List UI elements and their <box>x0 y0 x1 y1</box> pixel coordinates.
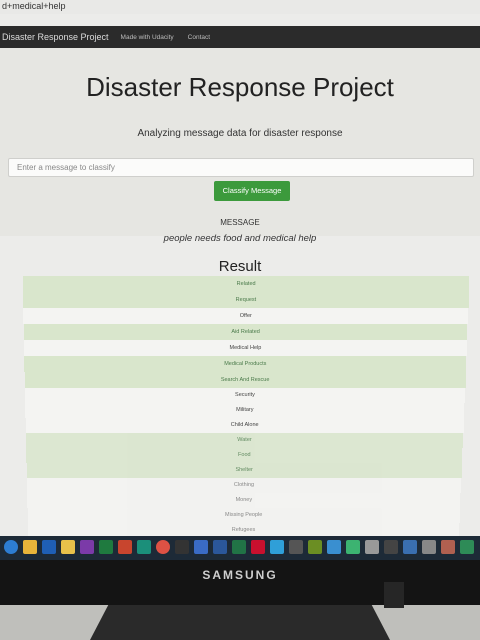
category-row: Search And Rescue <box>24 372 466 388</box>
category-row: Aid Related <box>23 324 468 340</box>
nav-link-udacity[interactable]: Made with Udacity <box>121 34 174 41</box>
file-explorer-icon[interactable] <box>23 540 37 554</box>
task-icon[interactable] <box>194 540 208 554</box>
edge-icon[interactable] <box>4 540 18 554</box>
navbar: Disaster Response Project Made with Udac… <box>0 26 480 48</box>
onenote-icon[interactable] <box>80 540 94 554</box>
app-icon-6[interactable] <box>403 540 417 554</box>
classify-message-button[interactable]: Classify Message <box>214 181 290 201</box>
message-input[interactable]: Enter a message to classify <box>8 158 474 177</box>
monitor-brand: SAMSUNG <box>202 568 278 582</box>
category-row: Security <box>25 388 465 403</box>
jumbotron: Disaster Response Project Analyzing mess… <box>0 48 480 244</box>
category-row: Water <box>26 433 463 448</box>
address-bar[interactable]: d+medical+help <box>0 0 480 14</box>
category-row: Money <box>27 493 461 508</box>
app-icon-4[interactable] <box>365 540 379 554</box>
notepad-icon[interactable] <box>270 540 284 554</box>
camera-icon[interactable] <box>175 540 189 554</box>
powerpoint-icon[interactable] <box>118 540 132 554</box>
app-icon-5[interactable] <box>384 540 398 554</box>
app-icon-8[interactable] <box>441 540 455 554</box>
category-row: Refugees <box>27 523 460 536</box>
app-icon-9[interactable] <box>460 540 474 554</box>
app-icon-3[interactable] <box>346 540 360 554</box>
category-row: Military <box>25 403 465 418</box>
webpage: Disaster Response Project Made with Udac… <box>0 14 480 536</box>
monitor-sticker <box>384 582 404 608</box>
message-text: people needs food and medical help <box>163 233 317 244</box>
page-title: Disaster Response Project <box>86 72 394 102</box>
result-heading: Result <box>218 258 262 275</box>
acrobat-icon[interactable] <box>251 540 265 554</box>
folder-icon[interactable] <box>61 540 75 554</box>
category-row: Missing People <box>27 508 460 523</box>
monitor-bezel <box>0 560 480 605</box>
nav-link-contact[interactable]: Contact <box>188 34 210 41</box>
excel-icon[interactable] <box>99 540 113 554</box>
category-row: Related <box>22 276 470 292</box>
category-row: Offer <box>23 308 469 324</box>
taskbar <box>0 536 480 560</box>
category-row: Child Alone <box>25 418 464 433</box>
chrome-icon[interactable] <box>156 540 170 554</box>
category-row: Medical Help <box>24 340 467 356</box>
app-icon-7[interactable] <box>422 540 436 554</box>
navbar-brand[interactable]: Disaster Response Project <box>2 32 109 42</box>
message-label: MESSAGE <box>220 218 260 227</box>
category-row: Food <box>26 448 463 463</box>
outlook-icon[interactable] <box>42 540 56 554</box>
publisher-icon[interactable] <box>137 540 151 554</box>
app-icon[interactable] <box>308 540 322 554</box>
word-icon[interactable] <box>213 540 227 554</box>
category-row: Request <box>23 292 469 308</box>
calculator-icon[interactable] <box>289 540 303 554</box>
category-row: Shelter <box>26 463 462 478</box>
app-icon-2[interactable] <box>327 540 341 554</box>
category-row: Medical Products <box>24 356 467 372</box>
excel-icon-2[interactable] <box>232 540 246 554</box>
category-row: Clothing <box>26 478 462 493</box>
page-subtitle: Analyzing message data for disaster resp… <box>137 128 343 139</box>
